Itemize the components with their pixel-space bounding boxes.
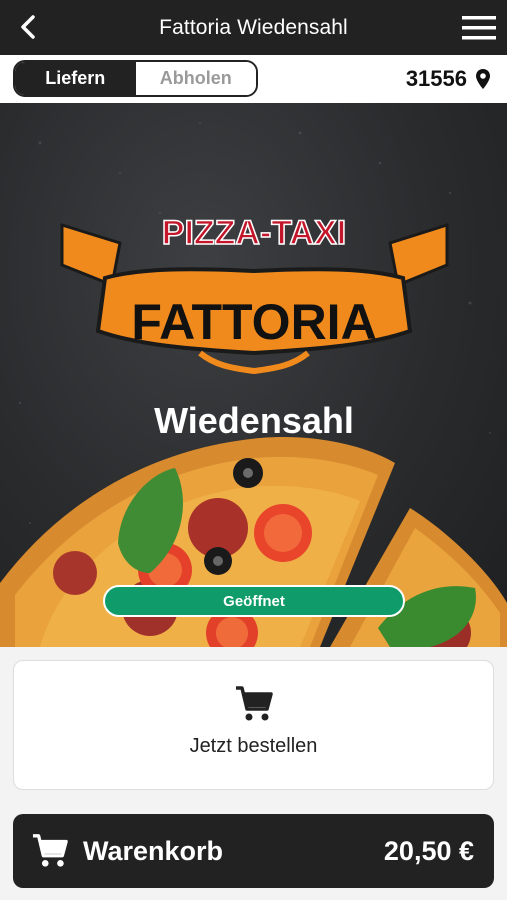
- cart-icon: [32, 834, 68, 867]
- restaurant-hero-banner: PIZZA-TAXI FATTORIA Wiedensahl: [0, 103, 507, 647]
- chevron-left-icon[interactable]: [14, 12, 44, 42]
- logo-sub-text: Wiedensahl: [154, 400, 354, 441]
- top-app-bar: Fattoria Wiedensahl: [0, 0, 507, 55]
- hamburger-menu-icon[interactable]: [461, 14, 497, 42]
- order-now-card[interactable]: Jetzt bestellen: [13, 660, 494, 790]
- mode-option-delivery[interactable]: Liefern: [15, 62, 136, 95]
- delivery-mode-toggle: Liefern Abholen: [13, 60, 258, 97]
- restaurant-logo: PIZZA-TAXI FATTORIA Wiedensahl: [60, 213, 449, 441]
- logo-top-text: PIZZA-TAXI: [162, 214, 346, 252]
- mode-option-pickup[interactable]: Abholen: [135, 62, 256, 95]
- cart-total: 20,50 €: [383, 835, 474, 866]
- logo-main-text: FATTORIA: [131, 294, 376, 350]
- order-now-label: Jetzt bestellen: [189, 735, 318, 757]
- hero-artwork: PIZZA-TAXI FATTORIA Wiedensahl: [0, 122, 507, 647]
- map-pin-icon: [476, 69, 490, 89]
- page-title: Fattoria Wiedensahl: [159, 15, 348, 39]
- open-status-badge: Geöffnet: [103, 585, 405, 617]
- location-selector[interactable]: 31556: [406, 66, 491, 92]
- cart-button[interactable]: Warenkorb 20,50 €: [13, 814, 494, 888]
- cart-label: Warenkorb: [83, 835, 224, 866]
- cart-icon: [235, 686, 273, 721]
- zip-code: 31556: [405, 66, 467, 91]
- delivery-mode-bar: Liefern Abholen 31556: [0, 55, 507, 103]
